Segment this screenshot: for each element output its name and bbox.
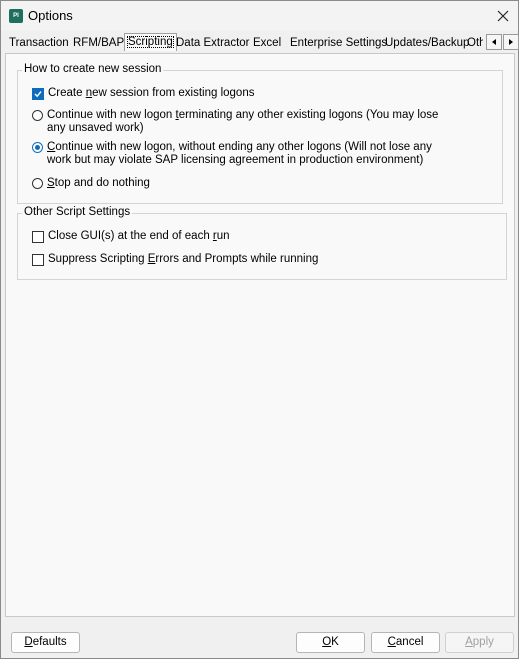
suppress-errors-checkbox[interactable]	[32, 254, 44, 266]
close-gui-checkbox[interactable]	[32, 231, 44, 243]
tab-scroll-left-button[interactable]	[486, 34, 502, 50]
app-icon: PI	[9, 9, 23, 23]
title-bar: PI Options	[1, 1, 518, 31]
option-label: Continue with new logon, without ending …	[47, 141, 432, 166]
tab-enterprise-settings[interactable]: Enterprise Settings	[288, 35, 389, 51]
tab-strip: Transaction RFM/BAPI Scripting Data Extr…	[5, 33, 519, 53]
ok-button[interactable]: OK	[296, 632, 365, 653]
tab-rfm-bapi[interactable]: RFM/BAPI	[71, 35, 129, 51]
create-session-option[interactable]: Create new session from existing logons	[32, 87, 254, 100]
window-title: Options	[28, 8, 73, 23]
checkmark-icon	[34, 91, 42, 98]
option-label: Create new session from existing logons	[48, 87, 255, 99]
keep-logons-option[interactable]: Continue with new logon, without ending …	[32, 141, 452, 167]
triangle-right-icon	[509, 39, 513, 45]
option-label: Close GUI(s) at the end of each run	[48, 230, 230, 242]
stop-option[interactable]: Stop and do nothing	[32, 177, 150, 190]
tab-scroll-right-button[interactable]	[503, 34, 519, 50]
defaults-button[interactable]: Defaults	[11, 632, 80, 653]
close-gui-option[interactable]: Close GUI(s) at the end of each run	[32, 230, 230, 243]
tab-excel[interactable]: Excel	[251, 35, 283, 51]
options-window: PI Options Transaction RFM/BAPI Scriptin…	[0, 0, 519, 659]
session-group-title: How to create new session	[22, 63, 164, 75]
session-group: How to create new session Create new ses…	[17, 63, 503, 204]
tab-data-extractor[interactable]: Data Extractor	[174, 35, 252, 51]
script-settings-group-title: Other Script Settings	[22, 206, 133, 218]
tab-other[interactable]: Oth	[467, 35, 483, 51]
triangle-left-icon	[492, 39, 496, 45]
apply-button[interactable]: Apply	[445, 632, 514, 653]
terminate-logons-option[interactable]: Continue with new logon terminating any …	[32, 109, 452, 135]
create-session-checkbox[interactable]	[32, 88, 44, 100]
option-label: Stop and do nothing	[47, 177, 150, 189]
suppress-errors-option[interactable]: Suppress Scripting Errors and Prompts wh…	[32, 253, 318, 266]
scripting-tab-page: How to create new session Create new ses…	[5, 53, 515, 617]
tab-scroll-arrows	[486, 34, 519, 50]
close-icon	[497, 10, 509, 22]
terminate-logons-radio[interactable]	[32, 110, 43, 121]
tab-scripting[interactable]: Scripting	[124, 33, 177, 51]
script-settings-group: Other Script Settings Close GUI(s) at th…	[17, 206, 507, 280]
option-label: Suppress Scripting Errors and Prompts wh…	[48, 253, 319, 265]
keep-logons-radio[interactable]	[32, 142, 43, 153]
cancel-button[interactable]: Cancel	[371, 632, 440, 653]
tab-updates-backup[interactable]: Updates/Backup	[383, 35, 471, 51]
tab-transaction[interactable]: Transaction	[7, 35, 71, 51]
stop-radio[interactable]	[32, 178, 43, 189]
option-label: Continue with new logon terminating any …	[47, 109, 439, 134]
close-button[interactable]	[488, 1, 518, 31]
